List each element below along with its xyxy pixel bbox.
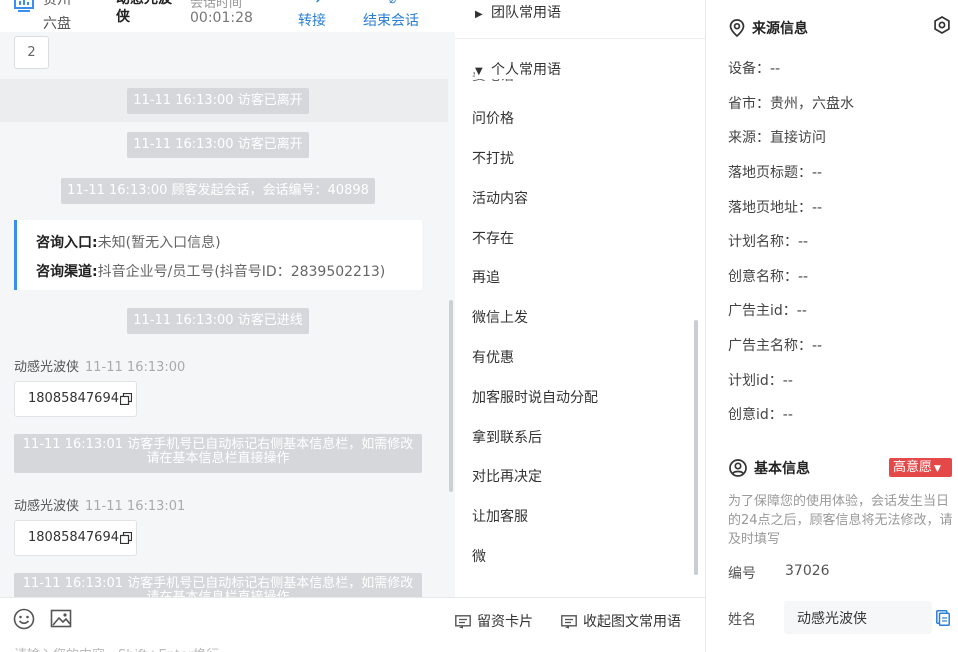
message-icon <box>561 615 577 629</box>
message-time: 11-11 16:13:01 <box>85 499 186 514</box>
chat-scrollbar[interactable] <box>449 300 453 492</box>
computer-icon <box>14 0 34 12</box>
collapse-phrases-button[interactable]: 收起图文常用语 <box>561 611 681 631</box>
phrase-item[interactable]: 拿到联系后 <box>472 427 542 447</box>
source-field: 来源：直接访问 <box>728 130 826 146</box>
phrases-scrollbar[interactable] <box>694 320 698 575</box>
visitor-location: 贵州六盘水 <box>43 0 71 32</box>
message-sender: 动感光波侠 11-11 16:13:00 <box>14 356 185 375</box>
source-info-title: 来源信息 <box>729 18 808 38</box>
consult-channel-value: 抖音企业号/员工号(抖音号ID：2839502213) <box>97 264 386 280</box>
message-bubble: 18085847694 <box>14 381 137 417</box>
user-icon <box>729 459 747 477</box>
phrase-item[interactable]: 活动内容 <box>472 188 528 208</box>
copy-icon[interactable] <box>119 392 132 405</box>
transfer-button[interactable]: 转接 <box>298 10 326 30</box>
section-label: 来源信息 <box>752 21 808 37</box>
location-pin-icon <box>729 19 745 38</box>
phrase-item[interactable]: 问价格 <box>472 108 514 128</box>
source-field: 广告主id：-- <box>728 303 807 319</box>
sender-name: 动感光波侠 <box>14 360 80 375</box>
phrases-panel: ▶团队常用语 要电话 ▼个人常用语 问价格 不打扰 活动内容 不存在 再追 微信… <box>455 0 706 652</box>
basic-info-title: 基本信息 <box>729 458 810 478</box>
group-label: 个人常用语 <box>491 62 561 78</box>
source-field: 落地页标题：-- <box>728 165 823 181</box>
group-label: 团队常用语 <box>491 5 561 21</box>
system-message: 11-11 16:13:00 访客已离开 <box>127 88 309 114</box>
phone-number: 18085847694 <box>28 391 119 406</box>
phrase-item[interactable]: 不打扰 <box>472 148 514 168</box>
id-value: 37026 <box>785 563 830 579</box>
source-field: 设备：-- <box>728 61 781 77</box>
message-time: 11-11 16:13:00 <box>85 360 186 375</box>
lead-card-button[interactable]: 留资卡片 <box>455 611 533 631</box>
section-label: 基本信息 <box>754 461 810 477</box>
chat-panel: 贵州六盘水 动感光波侠 会话时间 00:01:28 ➜ 转接 ⌀ 结束会话 2 … <box>0 0 455 652</box>
caret-down-icon: ▼ <box>475 66 483 77</box>
edit-deadline-notice: 为了保障您的使用体验，会话发生当日的24点之后，顾客信息将无法修改，请及时填写 <box>728 494 953 547</box>
divider <box>455 38 705 39</box>
team-phrases-group[interactable]: ▶ 团队常用语 <box>475 2 561 22</box>
phrase-item[interactable]: 有优惠 <box>472 347 514 367</box>
end-session-icon[interactable]: ⌀ <box>389 0 396 6</box>
emoji-icon[interactable] <box>13 608 35 630</box>
source-field: 落地页地址：-- <box>728 200 823 216</box>
source-field: 创意id：-- <box>728 407 793 423</box>
phrase-item[interactable]: 微 <box>472 546 486 566</box>
settings-icon[interactable] <box>933 16 951 34</box>
image-icon[interactable] <box>50 608 72 630</box>
phrase-item[interactable]: 加客服时说自动分配 <box>472 387 598 407</box>
name-label: 姓名 <box>728 612 756 628</box>
system-notice: 11-11 16:13:01 访客手机号已自动标记右侧基本信息栏，如需修改请在基… <box>14 434 422 473</box>
end-session-button[interactable]: 结束会话 <box>363 10 419 30</box>
source-field: 计划名称：-- <box>728 234 809 250</box>
copy-icon[interactable] <box>936 610 950 626</box>
message-sender: 动感光波侠 11-11 16:13:01 <box>14 495 185 514</box>
intent-tag-label: 高意愿 <box>893 460 933 475</box>
count-badge[interactable]: 2 <box>14 36 49 69</box>
transfer-icon[interactable]: ➜ <box>311 0 321 6</box>
chat-toolbar: 请输入您的内容，Shift+Enter换行 <box>0 597 455 652</box>
session-duration: 00:01:28 <box>190 10 253 26</box>
phrase-item[interactable]: 让加客服 <box>472 506 528 526</box>
personal-phrases-group[interactable]: ▼ 个人常用语 <box>475 59 565 79</box>
phrase-item[interactable]: 不存在 <box>472 228 514 248</box>
caret-down-icon: ▼ <box>934 464 941 474</box>
source-field: 省市：贵州，六盘水 <box>728 96 854 112</box>
consult-entry-value: 未知(暂无入口信息) <box>97 235 221 251</box>
message-input[interactable]: 请输入您的内容，Shift+Enter换行 <box>14 644 219 652</box>
phrase-item[interactable]: 微信上发 <box>472 307 528 327</box>
name-field[interactable] <box>784 601 932 634</box>
card-icon <box>455 615 471 629</box>
consult-entry-key: 咨询入口: <box>36 235 98 251</box>
consult-info-card: 咨询入口:未知(暂无入口信息) 咨询渠道:抖音企业号/员工号(抖音号ID：283… <box>14 220 422 290</box>
source-field: 创意名称：-- <box>728 269 809 285</box>
intent-level-dropdown[interactable]: 高意愿 ▼ <box>889 458 952 477</box>
system-message: 11-11 16:13:00 访客已进线 <box>127 308 309 334</box>
lead-card-label: 留资卡片 <box>477 614 533 630</box>
source-field: 广告主名称：-- <box>728 338 823 354</box>
id-label: 编号 <box>728 566 756 582</box>
phrase-item[interactable]: 再追 <box>472 267 500 287</box>
system-message: 11-11 16:13:00 访客已离开 <box>127 132 309 158</box>
consult-channel-key: 咨询渠道: <box>36 264 98 280</box>
phone-number: 18085847694 <box>28 530 119 545</box>
copy-icon[interactable] <box>119 531 132 544</box>
sender-name: 动感光波侠 <box>14 499 80 514</box>
visitor-name: 动感光波侠 <box>116 0 172 25</box>
phrase-item[interactable]: 对比再决定 <box>472 466 542 486</box>
caret-right-icon: ▶ <box>475 9 483 20</box>
chat-header: 贵州六盘水 动感光波侠 会话时间 00:01:28 ➜ 转接 ⌀ 结束会话 <box>0 0 455 32</box>
customer-info-panel: 来源信息 设备：-- 省市：贵州，六盘水 来源：直接访问 落地页标题：-- 落地… <box>707 0 958 652</box>
collapse-phrases-label: 收起图文常用语 <box>583 614 681 630</box>
message-bubble: 18085847694 <box>14 520 137 556</box>
system-message: 11-11 16:13:00 顾客发起会话，会话编号：40898 <box>61 178 375 204</box>
source-field: 计划id：-- <box>728 373 793 389</box>
